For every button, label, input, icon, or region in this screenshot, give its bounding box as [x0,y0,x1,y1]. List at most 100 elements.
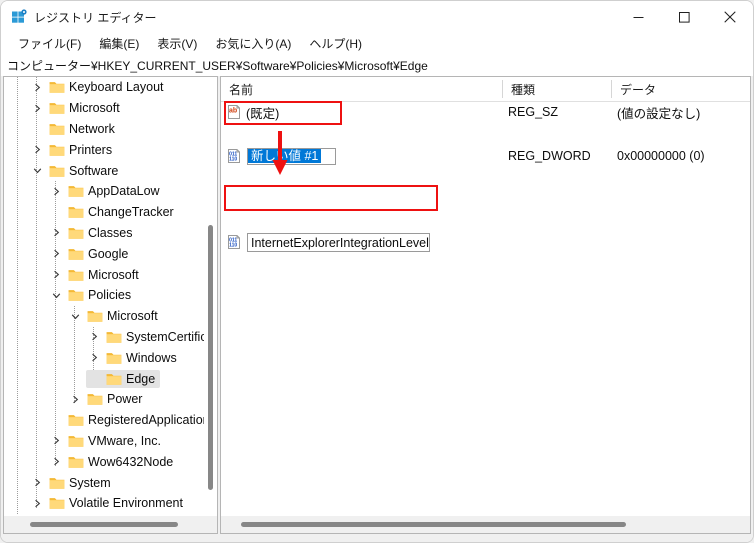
renamed-value-icon-cell: 011 110 [226,230,242,254]
tree-item-printers[interactable]: Printers [4,139,117,160]
tree-item-appdatalow[interactable]: AppDataLow [4,181,165,202]
binary-value-icon: 011 110 [226,234,242,250]
value-name-cell[interactable]: 011 110 [226,145,242,167]
value-rename-input[interactable]: 新しい値 #1 [247,147,336,165]
svg-text:ab: ab [229,108,237,115]
tree-item-microsoft[interactable]: Microsoft [4,98,125,119]
chevron-down-icon[interactable] [68,308,83,324]
chevron-right-icon[interactable] [87,350,102,366]
tree-item-edge[interactable]: Edge [4,368,161,389]
tree-horizontal-scrollbar-thumb[interactable] [30,522,178,527]
value-name-cell[interactable]: ab (既定) [226,101,279,123]
values-list-body[interactable]: ab (既定) REG_SZ (値の設定なし) 011 110 新しい値 #1 … [221,101,750,516]
folder-icon [68,455,84,469]
chevron-right-icon[interactable] [30,142,45,158]
tree-item-changetracker[interactable]: ChangeTracker [4,202,179,223]
tree-item-registeredapplication[interactable]: RegisteredApplication [4,410,204,431]
tree-item-keyboard-layout[interactable]: Keyboard Layout [4,77,169,98]
folder-icon [87,392,103,406]
tree-item-label: Classes [88,225,133,240]
tree-node-connector [30,121,45,137]
tree-item-label: Network [69,121,115,136]
tree-item-vmware-inc[interactable]: VMware, Inc. [4,431,166,452]
tree-item-classes[interactable]: Classes [4,223,137,244]
menu-view[interactable]: 表示(V) [148,33,206,55]
folder-icon [68,268,84,282]
tree-item-volatile-environment[interactable]: Volatile Environment [4,493,188,514]
maximize-button[interactable] [661,1,707,33]
tree-item-microsoft[interactable]: Microsoft [4,264,144,285]
tree-item-windows[interactable]: Windows [4,347,182,368]
tree-node-connector [49,412,64,428]
folder-icon [49,122,65,136]
tree-item-power[interactable]: Power [4,389,147,410]
tree-item-label: Software [69,163,119,178]
value-type-cell: REG_SZ [508,105,559,119]
chevron-down-icon[interactable] [30,163,45,179]
tree-item-label: Volatile Environment [69,496,183,511]
chevron-right-icon[interactable] [30,475,45,491]
registry-editor-icon [11,9,27,25]
minimize-button[interactable] [615,1,661,33]
registry-tree-pane: Keyboard Layout Microsoft Network Printers S… [3,76,218,534]
renamed-value-row[interactable]: 011 110 InternetExplorerIntegrationLevel [221,230,750,254]
tree-item-microsoft[interactable]: Microsoft [4,306,163,327]
column-header-data[interactable]: データ [612,77,750,101]
renamed-value-input-text: InternetExplorerIntegrationLevel [251,235,429,250]
tree-vertical-scrollbar-thumb[interactable] [208,225,213,490]
tree-item-label: Edge [126,371,156,386]
chevron-right-icon[interactable] [49,183,64,199]
values-horizontal-scrollbar-thumb[interactable] [241,522,626,527]
tree-vertical-scrollbar[interactable] [204,77,217,516]
tree-horizontal-scrollbar[interactable] [4,515,217,533]
chevron-right-icon[interactable] [87,329,102,345]
value-name-text: (既定) [246,106,280,121]
column-header-name[interactable]: 名前 [221,77,502,101]
chevron-right-icon[interactable] [30,79,45,95]
menu-edit[interactable]: 編集(E) [90,33,148,55]
chevron-right-icon[interactable] [49,454,64,470]
chevron-right-icon[interactable] [68,391,83,407]
svg-text:110: 110 [229,242,237,248]
title-bar: レジストリ エディター [1,1,753,33]
tree-item-label: AppDataLow [88,184,160,199]
folder-icon [49,101,65,115]
tree-item-google[interactable]: Google [4,243,133,264]
folder-icon [106,330,122,344]
values-horizontal-scrollbar[interactable] [221,515,750,533]
renamed-value-input[interactable]: InternetExplorerIntegrationLevel [247,233,430,252]
chevron-right-icon[interactable] [30,495,45,511]
address-bar[interactable]: コンピューター¥HKEY_CURRENT_USER¥Software¥Polic… [1,55,753,76]
tree-item-policies[interactable]: Policies [4,285,136,306]
registry-tree[interactable]: Keyboard Layout Microsoft Network Printers S… [4,77,204,516]
tree-item-software[interactable]: Software [4,160,123,181]
value-data-cell: (値の設定なし) [617,106,701,121]
chevron-right-icon[interactable] [49,433,64,449]
table-row[interactable]: ab (既定) REG_SZ (値の設定なし) [221,101,750,123]
menu-file[interactable]: ファイル(F) [9,33,90,55]
tree-item-systemcertificat[interactable]: SystemCertificat [4,327,204,348]
chevron-right-icon[interactable] [30,100,45,116]
tree-item-network[interactable]: Network [4,119,120,140]
chevron-right-icon[interactable] [49,267,64,283]
tree-item-label: System [69,475,111,490]
close-button[interactable] [707,1,753,33]
string-value-icon: ab [226,104,242,120]
menu-help[interactable]: ヘルプ(H) [300,33,371,55]
chevron-down-icon[interactable] [49,287,64,303]
table-row[interactable]: 011 110 新しい値 #1 REG_DWORD 0x00000000 (0) [221,145,750,167]
menu-favorites[interactable]: お気に入り(A) [206,33,300,55]
folder-icon [49,496,65,510]
tree-item-wow6432node[interactable]: Wow6432Node [4,451,178,472]
registry-editor-window: レジストリ エディター ファイル(F) 編集(E) 表示(V) お気に入り(A)… [0,0,754,543]
folder-icon [68,288,84,302]
chevron-right-icon[interactable] [49,225,64,241]
chevron-right-icon[interactable] [49,246,64,262]
column-header-type[interactable]: 種類 [503,77,611,101]
tree-item-system[interactable]: System [4,472,116,493]
tree-node-connector [87,371,102,387]
tree-item-label: Windows [126,350,177,365]
value-type-cell: REG_DWORD [508,149,591,163]
folder-icon [49,143,65,157]
registry-values-pane: 名前 種類 データ ab (既定) REG_SZ (値の設定なし) 011 11… [220,76,751,534]
